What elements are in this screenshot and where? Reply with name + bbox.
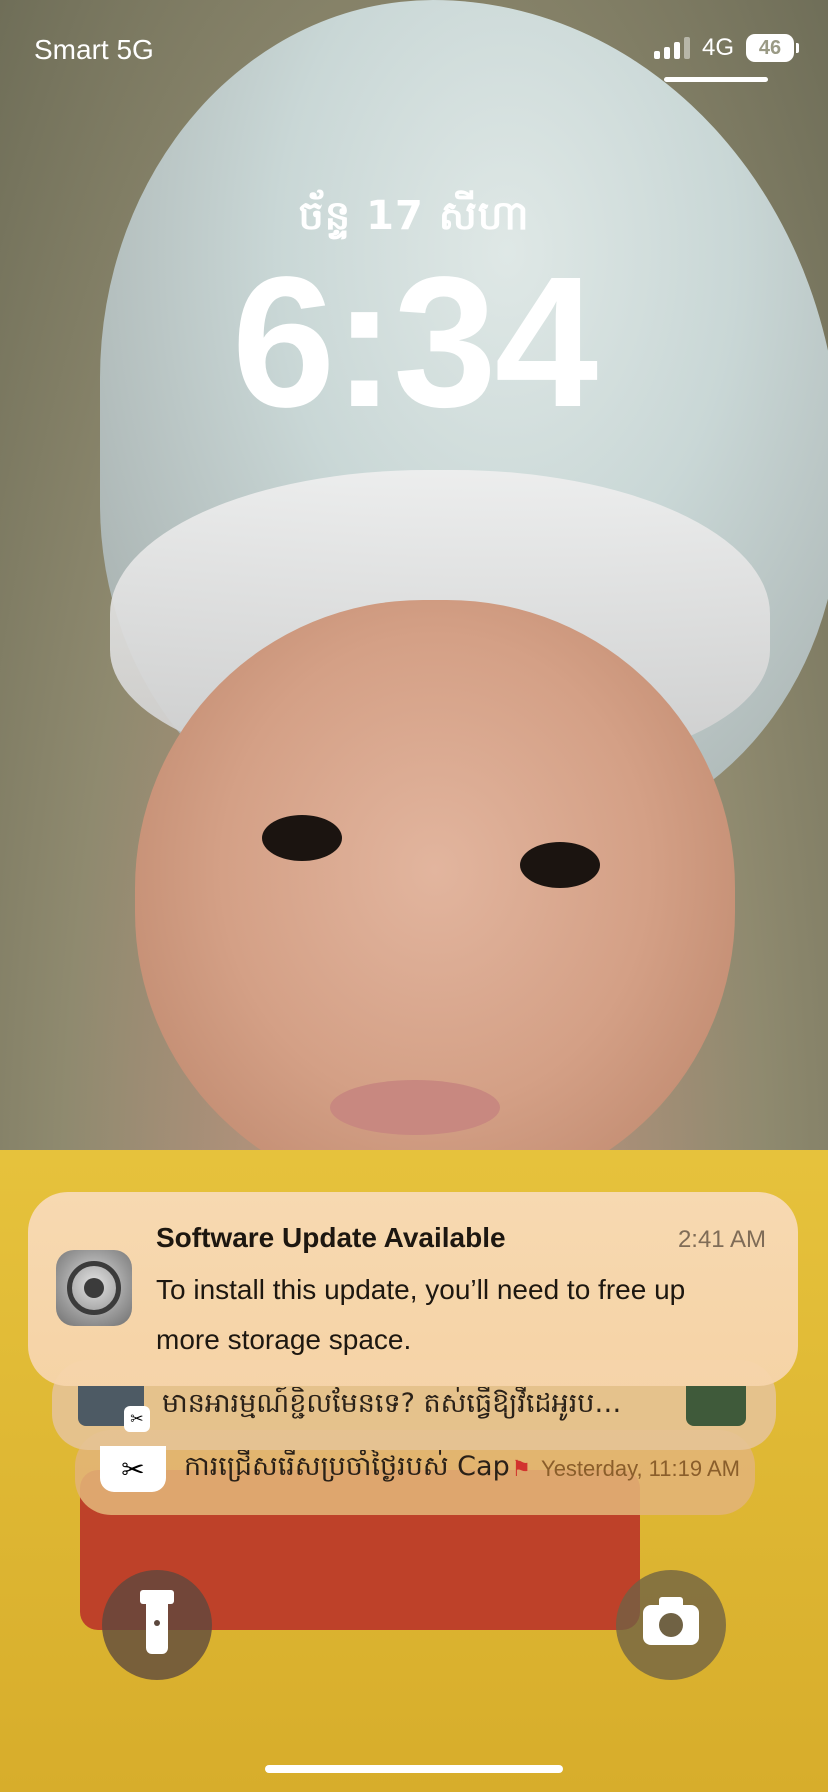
camera-button[interactable] [616, 1570, 726, 1680]
flashlight-icon [140, 1590, 174, 1654]
flashlight-button[interactable] [102, 1570, 212, 1680]
stacked-notification-2[interactable]: ✂ ការជ្រើសរើសប្រចាំថ្ងៃរបស់ CapCut ⚑ Yes… [100, 1446, 740, 1492]
notification-title: Software Update Available [156, 1222, 506, 1253]
stacked-notification-2-time: Yesterday, 11:19 AM [541, 1456, 740, 1481]
signal-icon [653, 37, 690, 59]
notification-body: To install this update, you’ll need to f… [156, 1274, 686, 1355]
notification-time: 2:41 AM [677, 1226, 766, 1253]
wallpaper-right-eye [520, 842, 600, 888]
thumbnail-image [686, 1386, 746, 1426]
wallpaper-left-eye [262, 815, 342, 861]
home-indicator[interactable] [265, 1765, 563, 1773]
battery-level: 46 [758, 36, 782, 59]
carrier-label: Smart 5G [34, 34, 154, 65]
network-label: 4G [701, 34, 734, 61]
lockscreen-time: 6:34 [231, 239, 598, 446]
camera-icon [643, 1597, 699, 1645]
capcut-app-icon: ✂ [100, 1446, 166, 1492]
wallpaper-mouth [330, 1080, 500, 1135]
stacked-notification-2-text: ការជ្រើសរើសប្រចាំថ្ងៃរបស់ CapCut [184, 1450, 511, 1482]
battery-icon: 46 [746, 34, 799, 62]
avatar: ✂ [78, 1386, 150, 1432]
status-bar: Smart 5G 4G 46 [0, 0, 828, 100]
stacked-notification-1[interactable]: ✂ មានអារម្មណ៍ខ្ជិលមែនទេ? តស់ធ្វើឱ្យវីដេអ… [78, 1385, 746, 1432]
stacked-notification-1-text: មានអារម្មណ៍ខ្ជិលមែនទេ? តស់ធ្វើឱ្យវីដេអូរ… [162, 1387, 622, 1419]
control-center-indicator[interactable] [664, 77, 768, 82]
status-right: 4G 46 [653, 34, 799, 62]
settings-gear-icon [56, 1250, 132, 1326]
mailbox-flag-icon: ⚑ [511, 1456, 532, 1481]
capcut-badge-icon: ✂ [124, 1406, 150, 1432]
